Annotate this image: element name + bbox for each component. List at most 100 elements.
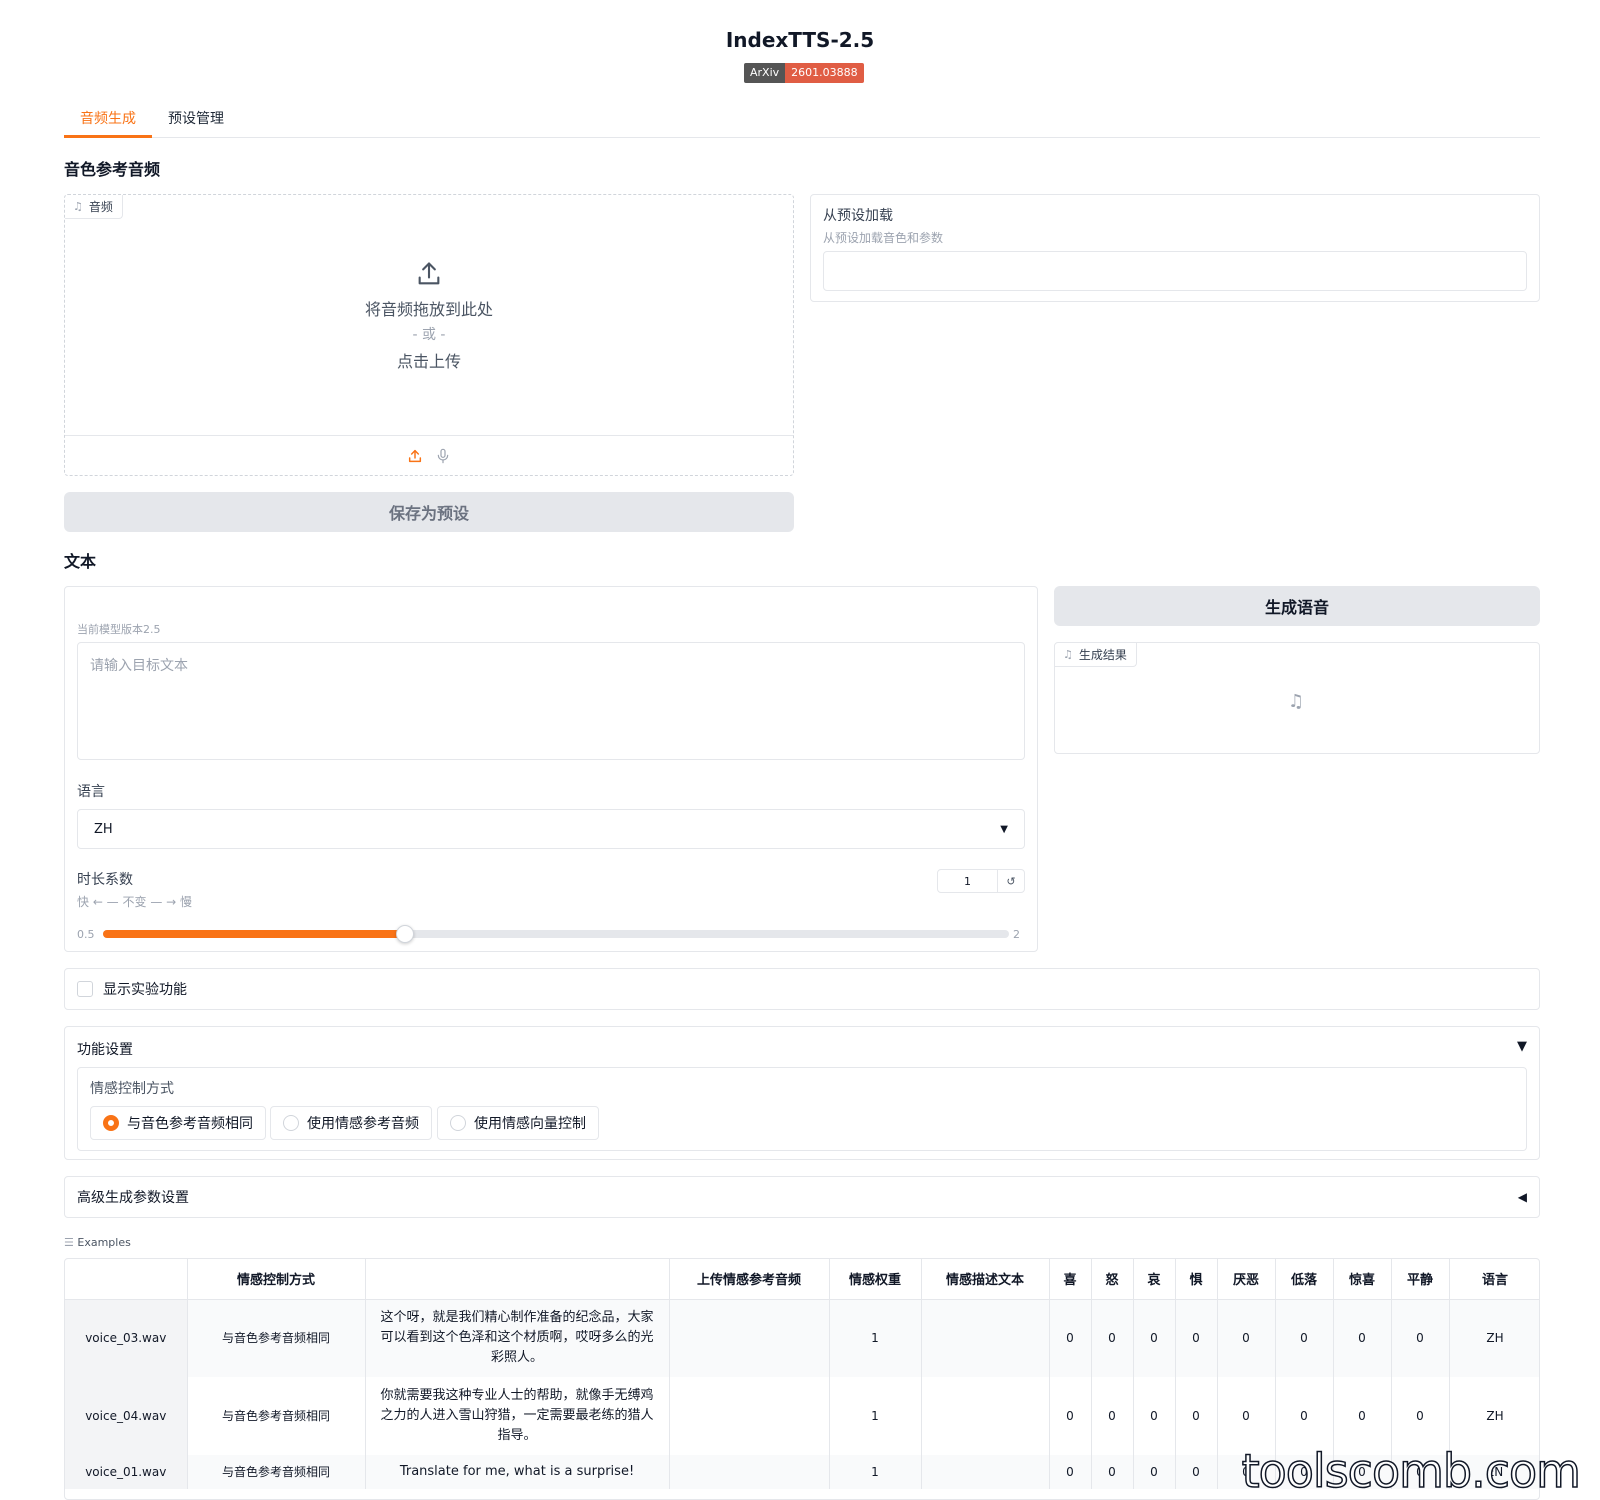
save-preset-button[interactable]: 保存为预设 (64, 492, 794, 532)
list-icon: ☰ (64, 1236, 74, 1249)
table-cell: 0 (1217, 1299, 1276, 1377)
table-cell: 1 (829, 1455, 922, 1489)
badge-label: ArXiv (744, 63, 786, 83)
table-cell: 0 (1333, 1299, 1392, 1377)
upload-icon (418, 262, 440, 285)
audio-drop-zone[interactable]: 将音频拖放到此处 - 或 - 点击上传 (65, 195, 793, 437)
expand-arrow-icon: ◀ (1517, 1190, 1527, 1204)
column-header (365, 1259, 670, 1300)
preset-label: 从预设加载 (823, 208, 893, 224)
preset-info: 从预设加载音色和参数 (823, 231, 944, 245)
result-chip-label: 生成结果 (1078, 648, 1127, 662)
duration-number-input[interactable]: 1 ↺ (937, 869, 1025, 893)
examples-label: ☰ Examples (64, 1236, 131, 1249)
table-cell (921, 1455, 1050, 1489)
table-cell: 1 (829, 1299, 922, 1377)
advanced-settings-title: 高级生成参数设置 (77, 1190, 189, 1206)
column-header: 惊喜 (1333, 1259, 1392, 1300)
table-cell: 0 (1133, 1455, 1176, 1489)
upload-source-icon[interactable] (407, 448, 423, 464)
table-cell: voice_03.wav (65, 1299, 188, 1377)
examples-label-text: Examples (77, 1236, 131, 1249)
experimental-toggle-row[interactable]: 显示实验功能 (64, 968, 1540, 1010)
column-header: 情感控制方式 (187, 1259, 366, 1300)
duration-slider[interactable] (103, 925, 1009, 943)
table-cell: 与音色参考音频相同 (187, 1455, 366, 1489)
microphone-icon[interactable] (435, 447, 451, 465)
collapse-arrow-icon[interactable]: ▼ (1517, 1039, 1527, 1054)
table-cell: 0 (1133, 1299, 1176, 1377)
generate-speech-button[interactable]: 生成语音 (1054, 586, 1540, 626)
badge-value: 2601.03888 (785, 63, 864, 83)
column-header: 喜 (1049, 1259, 1092, 1300)
music-note-icon: ♫ (1063, 648, 1073, 661)
duration-info: 快 ← — 不变 — → 慢 (77, 895, 192, 909)
advanced-settings-accordion[interactable]: 高级生成参数设置 ◀ (64, 1176, 1540, 1218)
column-header: 怒 (1091, 1259, 1134, 1300)
radio-emotion-reference-audio[interactable]: 使用情感参考音频 (270, 1106, 432, 1140)
table-row[interactable]: voice_03.wav 与音色参考音频相同 这个呀，就是我们精心制作准备的纪念品，… (65, 1299, 1539, 1377)
language-label: 语言 (77, 784, 105, 800)
table-header-row: 情感控制方式 上传情感参考音频 情感权重 情感描述文本喜怒哀惧厌恶 低落 惊喜 平静 语言 (65, 1259, 1539, 1300)
tab-bar: 音频生成 预设管理 (64, 100, 1540, 138)
column-header: 情感描述文本 (921, 1259, 1050, 1300)
watermark: toolscomb.com (1241, 1443, 1582, 1499)
tab-audio-generation[interactable]: 音频生成 (64, 100, 152, 138)
table-cell: voice_01.wav (65, 1455, 188, 1489)
table-cell: Translate for me, what is a surprise! (365, 1455, 670, 1489)
slider-min-label: 0.5 (77, 928, 95, 941)
table-cell: 1 (829, 1377, 922, 1455)
table-cell: 0 (1275, 1299, 1334, 1377)
target-text-input[interactable]: 请输入目标文本 (77, 642, 1025, 760)
audio-source-bar (65, 435, 793, 475)
table-cell: 与音色参考音频相同 (187, 1377, 366, 1455)
table-cell: 0 (1091, 1377, 1134, 1455)
dropdown-caret-icon: ▼ (1000, 823, 1008, 835)
duration-label: 时长系数 (77, 872, 133, 888)
radio-dot (283, 1115, 299, 1131)
table-cell (669, 1377, 830, 1455)
click-upload-text: 点击上传 (396, 352, 461, 371)
duration-value[interactable]: 1 (938, 870, 998, 892)
column-header: 哀 (1133, 1259, 1176, 1300)
radio-label: 使用情感向量控制 (474, 1116, 586, 1132)
drop-or-text: - 或 - (412, 327, 446, 343)
table-cell: 0 (1049, 1377, 1092, 1455)
column-header: 上传情感参考音频 (669, 1259, 830, 1300)
table-cell: 0 (1091, 1299, 1134, 1377)
column-header: 惧 (1175, 1259, 1218, 1300)
table-cell (921, 1299, 1050, 1377)
preset-dropdown[interactable] (823, 251, 1527, 291)
text-section-title: 文本 (64, 552, 97, 571)
feature-settings-accordion: 功能设置 ▼ 情感控制方式 与音色参考音频相同 使用情感参考音频 使用情感向量控… (64, 1026, 1540, 1160)
slider-thumb[interactable] (395, 925, 414, 943)
radio-emotion-vector[interactable]: 使用情感向量控制 (437, 1106, 599, 1140)
radio-label: 与音色参考音频相同 (127, 1116, 253, 1132)
radio-dot (103, 1115, 119, 1131)
voice-ref-section-title: 音色参考音频 (64, 160, 161, 179)
feature-settings-title[interactable]: 功能设置 (77, 1039, 133, 1059)
slider-max-label: 2 (1013, 928, 1020, 941)
table-cell (669, 1455, 830, 1489)
emotion-control-label: 情感控制方式 (90, 1081, 174, 1097)
radio-same-as-voice[interactable]: 与音色参考音频相同 (90, 1106, 266, 1140)
arxiv-badge[interactable]: ArXiv 2601.03888 (744, 63, 864, 83)
table-cell: 0 (1049, 1455, 1092, 1489)
radio-dot (450, 1115, 466, 1131)
reset-icon[interactable]: ↺ (998, 870, 1024, 892)
table-cell: 这个呀，就是我们精心制作准备的纪念品，大家可以看到这个色泽和这个材质啊，哎呀多么… (365, 1299, 670, 1377)
experimental-label: 显示实验功能 (103, 982, 187, 998)
table-cell: 0 (1049, 1299, 1092, 1377)
language-value: ZH (94, 821, 113, 837)
slider-fill (103, 930, 405, 938)
language-dropdown[interactable]: ZH ▼ (77, 809, 1025, 849)
audio-chip: ♫ 音频 (65, 195, 123, 219)
experimental-checkbox[interactable] (77, 981, 93, 997)
table-cell: 你就需要我这种专业人士的帮助，就像手无缚鸡之力的人进入雪山狩猎，一定需要最老练的… (365, 1377, 670, 1455)
table-cell: 与音色参考音频相同 (187, 1299, 366, 1377)
table-cell: 0 (1091, 1455, 1134, 1489)
table-cell: voice_04.wav (65, 1377, 188, 1455)
tab-preset-management[interactable]: 预设管理 (152, 100, 240, 138)
table-cell (669, 1299, 830, 1377)
column-header: 低落 (1275, 1259, 1334, 1300)
